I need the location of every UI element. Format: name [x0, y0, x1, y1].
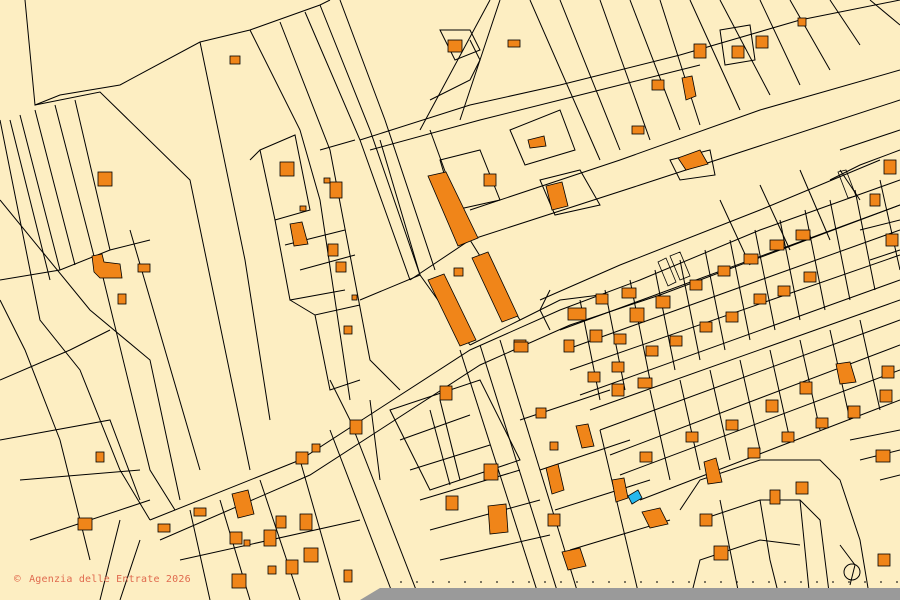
- building: [699, 513, 713, 527]
- map-canvas: [0, 0, 900, 600]
- building: [487, 503, 509, 535]
- building: [137, 263, 151, 273]
- building: [637, 377, 653, 389]
- building: [507, 39, 521, 48]
- building: [447, 39, 463, 53]
- building: [631, 125, 645, 135]
- building: [795, 229, 811, 241]
- building: [327, 243, 339, 257]
- building: [883, 159, 897, 175]
- building: [725, 419, 739, 431]
- building: [267, 565, 277, 575]
- building: [685, 431, 699, 443]
- building: [669, 335, 683, 347]
- building: [439, 385, 453, 401]
- building: [655, 295, 671, 309]
- building: [285, 559, 299, 575]
- building: [279, 161, 295, 177]
- building: [777, 285, 791, 297]
- building: [295, 451, 309, 465]
- building: [587, 371, 601, 383]
- building: [743, 253, 759, 265]
- building: [299, 205, 307, 212]
- building: [589, 329, 603, 343]
- building: [717, 265, 731, 277]
- building: [797, 17, 807, 27]
- building: [157, 523, 171, 533]
- building: [303, 547, 319, 563]
- building: [769, 239, 785, 251]
- building: [595, 293, 609, 305]
- cadastral-map[interactable]: © Agenzia delle Entrate 2026: [0, 0, 900, 600]
- building: [879, 389, 893, 403]
- building: [815, 417, 829, 429]
- building: [343, 569, 353, 583]
- building: [229, 55, 241, 65]
- building: [731, 45, 745, 59]
- building: [753, 293, 767, 305]
- building: [877, 553, 891, 567]
- building: [875, 449, 891, 463]
- building: [563, 339, 575, 353]
- building: [329, 181, 343, 199]
- building: [275, 515, 287, 529]
- building: [699, 321, 713, 333]
- building: [847, 405, 861, 419]
- building: [781, 431, 795, 443]
- building: [881, 365, 895, 379]
- copyright-symbol: ©: [14, 572, 21, 585]
- building: [311, 443, 321, 453]
- building: [263, 529, 277, 547]
- building: [629, 307, 645, 323]
- attribution-text: Agenzia delle Entrate 2026: [29, 574, 191, 585]
- building: [117, 293, 127, 305]
- building: [535, 407, 547, 419]
- building: [323, 177, 331, 184]
- building: [765, 399, 779, 413]
- building: [445, 495, 459, 511]
- building: [613, 333, 627, 345]
- building: [645, 345, 659, 357]
- building: [755, 35, 769, 49]
- building: [651, 79, 665, 91]
- building: [611, 361, 625, 373]
- building: [621, 287, 637, 299]
- building: [547, 513, 561, 527]
- building: [231, 573, 247, 589]
- building: [693, 43, 707, 59]
- building: [513, 341, 529, 353]
- building: [713, 545, 729, 561]
- building: [549, 441, 559, 451]
- building: [483, 173, 497, 187]
- building: [299, 513, 313, 531]
- building: [483, 463, 499, 481]
- building: [229, 531, 243, 545]
- building: [725, 311, 739, 323]
- building: [747, 447, 761, 459]
- building: [611, 383, 625, 397]
- building: [795, 481, 809, 495]
- building: [453, 267, 464, 277]
- building: [769, 489, 781, 505]
- building: [77, 517, 93, 531]
- building: [97, 171, 113, 187]
- building: [95, 451, 105, 463]
- building: [689, 279, 703, 291]
- building: [335, 261, 347, 273]
- building: [351, 294, 358, 301]
- map-attribution: © Agenzia delle Entrate 2026: [14, 572, 191, 585]
- building: [803, 271, 817, 283]
- building: [869, 193, 881, 207]
- building: [639, 451, 653, 463]
- building: [799, 381, 813, 395]
- building: [193, 507, 207, 517]
- building: [885, 233, 899, 247]
- building: [343, 325, 353, 335]
- building: [243, 539, 251, 547]
- building: [349, 419, 363, 435]
- building: [567, 307, 587, 321]
